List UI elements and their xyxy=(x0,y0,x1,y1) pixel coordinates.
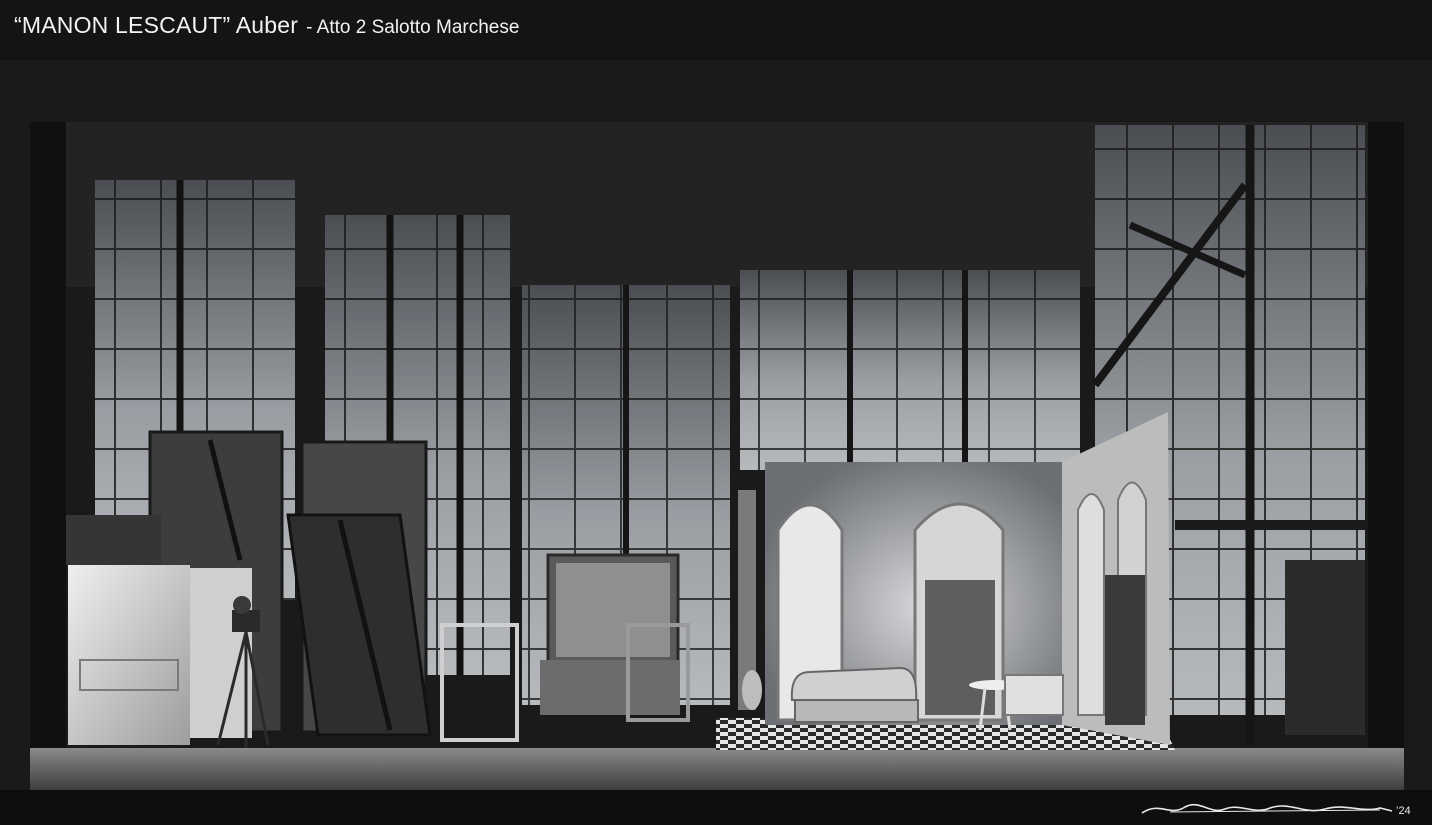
left-pillar xyxy=(30,122,66,782)
sofa-icon xyxy=(790,666,919,723)
stage-floor xyxy=(30,748,1404,790)
right-pillar xyxy=(1368,122,1404,782)
svg-text:’24: ’24 xyxy=(1396,805,1411,817)
artist-signature: ’24 xyxy=(1141,803,1411,817)
painted-backdrop-frame xyxy=(540,553,680,715)
right-door xyxy=(1285,560,1365,735)
stage-design-rendering xyxy=(0,60,1432,825)
